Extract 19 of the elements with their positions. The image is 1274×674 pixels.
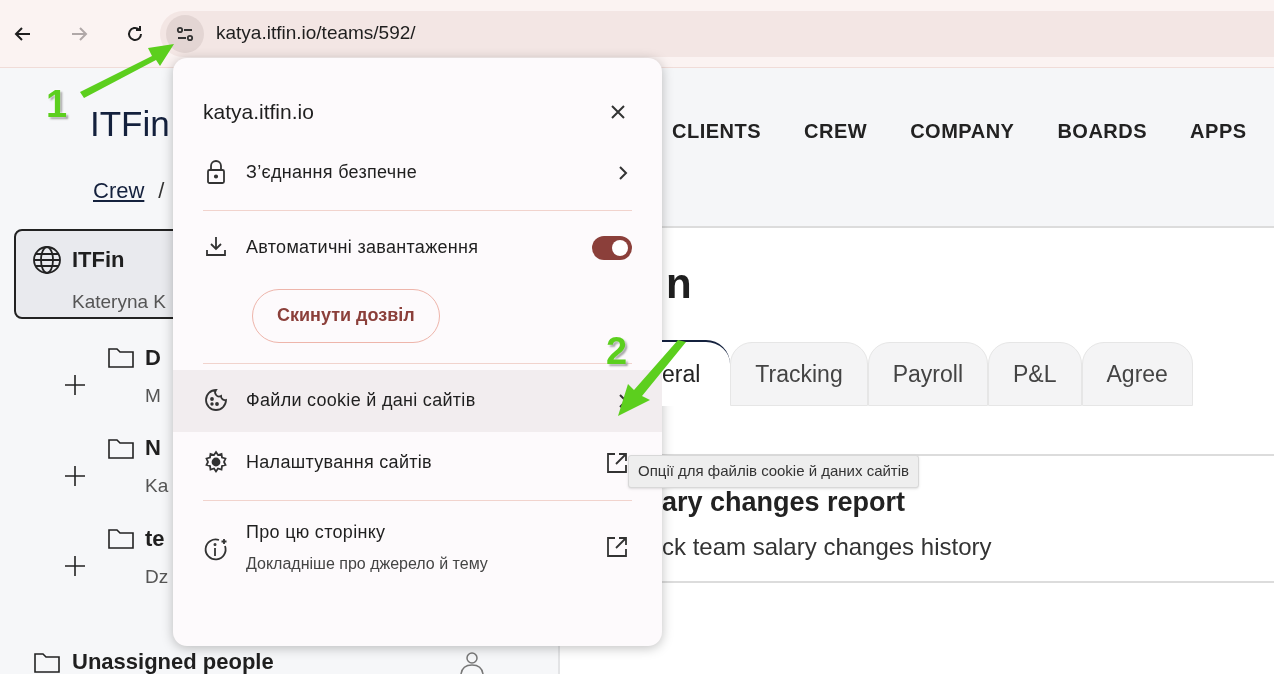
popup-title: katya.itfin.io xyxy=(203,99,314,125)
logo-text: ITFin xyxy=(90,104,170,144)
team-owner: Kateryna K xyxy=(72,290,166,314)
menu-item-description: Докладніше про джерело й тему xyxy=(246,553,489,574)
annotation-number: 1 xyxy=(46,82,68,127)
menu-item-label: З’єднання безпечне xyxy=(246,161,418,184)
tooltip: Опції для файлів cookie й даних сайтів xyxy=(628,455,920,488)
report-description: ck team salary changes history xyxy=(662,531,993,562)
team-name: ITFin xyxy=(72,246,126,274)
menu-item-label: Налаштування сайтів xyxy=(246,451,433,474)
menu-item-label: Про цю сторінку xyxy=(246,520,387,544)
url-text: katya.itfin.io/teams/592/ xyxy=(216,21,416,46)
folder-owner: M xyxy=(145,383,161,408)
page-heading: n xyxy=(666,260,692,308)
menu-item-label: Файли cookie й дані сайтів xyxy=(246,389,477,412)
folder-owner: Ka xyxy=(145,474,169,498)
folder-owner: Dz xyxy=(145,564,169,589)
menu-item-label: Автоматичні завантаження xyxy=(246,236,480,259)
breadcrumb-separator: / xyxy=(158,177,165,205)
